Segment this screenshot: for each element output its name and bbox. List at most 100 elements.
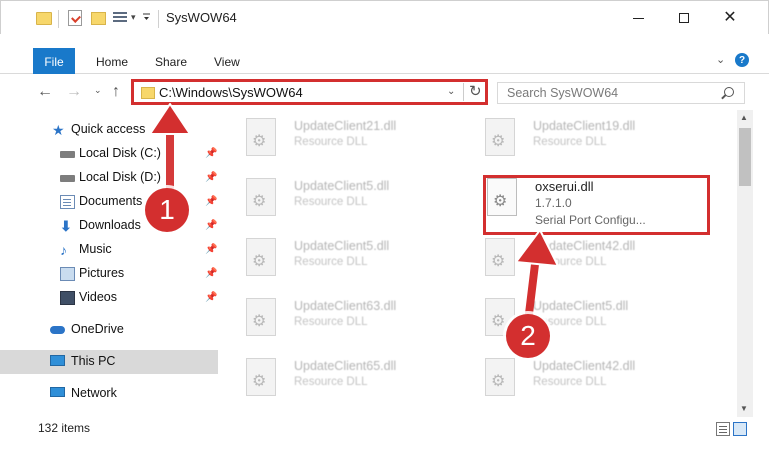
dll-file-icon (485, 358, 515, 396)
close-button[interactable]: ✕ (707, 1, 753, 35)
scroll-down-icon[interactable]: ▼ (740, 404, 748, 413)
properties-icon[interactable] (68, 10, 82, 26)
view-icon[interactable] (113, 12, 127, 24)
pin-icon[interactable]: 📌 (205, 268, 217, 279)
dll-file-icon (246, 298, 276, 336)
title-divider (158, 10, 159, 28)
sidebar-item-label: Documents (79, 194, 143, 208)
onedrive-icon (50, 326, 65, 334)
scroll-up-icon[interactable]: ▲ (740, 113, 748, 122)
sidebar-item-label: Music (79, 242, 112, 256)
toolbar-divider (58, 10, 59, 28)
new-folder-icon[interactable] (91, 12, 106, 25)
dll-file-icon (485, 118, 515, 156)
sidebar-item-label: OneDrive (71, 322, 124, 336)
sidebar-item-label: Downloads (79, 218, 141, 232)
tab-view[interactable]: View (214, 55, 240, 69)
sidebar-item-label: Videos (79, 290, 117, 304)
tab-home[interactable]: Home (96, 55, 128, 69)
sidebar-item-music[interactable]: ♪ Music 📌 (0, 238, 218, 262)
help-icon[interactable]: ? (735, 53, 749, 67)
title-bar: ▾ SysWOW64 ✕ (0, 0, 769, 34)
search-input[interactable]: Search SysWOW64 (497, 82, 745, 104)
address-dropdown-icon[interactable]: ⌄ (447, 86, 455, 97)
customize-toolbar-icon[interactable] (142, 13, 151, 22)
details-view-icon[interactable] (716, 422, 730, 436)
sidebar-item-pictures[interactable]: Pictures 📌 (0, 262, 218, 286)
star-icon: ★ (52, 122, 65, 138)
minimize-icon (632, 17, 644, 19)
file-item[interactable]: UpdateClient5.dll Resource DLL (246, 238, 476, 284)
file-list: UpdateClient21.dll Resource DLL UpdateCl… (218, 110, 736, 415)
address-path[interactable]: C:\Windows\SysWOW64 (159, 85, 303, 100)
search-icon[interactable] (724, 87, 734, 97)
file-description: Resource DLL (533, 376, 607, 388)
pictures-icon (60, 267, 75, 281)
file-item[interactable]: UpdateClient5.dll Resource DLL (246, 178, 476, 224)
documents-icon (60, 195, 75, 209)
dll-file-icon (246, 178, 276, 216)
folder-icon (141, 87, 155, 99)
disk-icon (60, 151, 75, 158)
sidebar-item-label: This PC (71, 354, 116, 368)
step-2-badge: 2 (506, 314, 550, 358)
file-item[interactable]: UpdateClient63.dll Resource DLL (246, 298, 476, 344)
pin-icon[interactable]: 📌 (205, 292, 217, 303)
minimize-button[interactable] (615, 1, 661, 35)
annotation-arrow-2 (515, 229, 559, 326)
sidebar-item-onedrive[interactable]: OneDrive (0, 318, 218, 342)
file-description: Resource DLL (294, 196, 368, 208)
status-bar: 132 items (0, 417, 769, 441)
refresh-icon[interactable]: ↻ (469, 82, 482, 100)
file-name: UpdateClient5.dll (294, 239, 390, 253)
recent-locations-icon[interactable]: ⌄ (94, 85, 102, 96)
tab-file[interactable]: File (33, 48, 75, 75)
network-icon (50, 387, 65, 397)
window-title: SysWOW64 (166, 10, 237, 25)
file-name: UpdateClient42.dll (533, 359, 636, 373)
file-description: Resource DLL (294, 316, 368, 328)
file-description: Resource DLL (294, 376, 368, 388)
scrollbar-thumb[interactable] (739, 128, 751, 186)
file-item[interactable]: UpdateClient65.dll Resource DLL (246, 358, 476, 404)
music-icon: ♪ (60, 242, 67, 258)
expand-ribbon-icon[interactable]: ⌄ (716, 53, 725, 66)
tab-share[interactable]: Share (155, 55, 187, 69)
tiles-view-icon[interactable] (733, 422, 747, 436)
pin-icon[interactable]: 📌 (205, 244, 217, 255)
file-item[interactable]: UpdateClient21.dll Resource DLL (246, 118, 476, 164)
address-divider (463, 83, 464, 101)
videos-icon (60, 291, 75, 305)
maximize-button[interactable] (661, 1, 707, 35)
pin-icon[interactable]: 📌 (205, 196, 217, 207)
file-name: UpdateClient5.dll (294, 179, 390, 193)
file-name: UpdateClient21.dll (294, 119, 397, 133)
vertical-scrollbar[interactable]: ▲ ▼ (737, 110, 753, 417)
disk-icon (60, 175, 75, 182)
sidebar-item-this-pc[interactable]: This PC (0, 350, 218, 374)
annotation-arrow-1 (149, 103, 191, 200)
file-name: UpdateClient63.dll (294, 299, 397, 313)
quick-access-dropdown-icon[interactable]: ▾ (131, 12, 136, 23)
file-description: Resource DLL (533, 136, 607, 148)
back-button[interactable]: ← (37, 83, 53, 101)
maximize-icon (679, 13, 689, 23)
pin-icon[interactable]: 📌 (205, 172, 217, 183)
dll-file-icon (246, 238, 276, 276)
pin-icon[interactable]: 📌 (205, 148, 217, 159)
sidebar-item-network[interactable]: Network (0, 382, 218, 406)
item-count: 132 items (38, 421, 91, 435)
this-pc-icon (50, 355, 65, 366)
pin-icon[interactable]: 📌 (205, 220, 217, 231)
forward-button[interactable]: → (66, 83, 82, 101)
downloads-icon: ⬇ (60, 218, 72, 234)
sidebar-item-videos[interactable]: Videos 📌 (0, 286, 218, 310)
file-description: Resource DLL (294, 136, 368, 148)
sidebar-item-label: Pictures (79, 266, 125, 280)
file-item[interactable]: UpdateClient42.dll Resource DLL (485, 358, 715, 404)
up-button[interactable]: ↑ (112, 83, 120, 101)
close-icon: ✕ (723, 9, 737, 26)
file-item[interactable]: UpdateClient19.dll Resource DLL (485, 118, 715, 164)
step-1-badge: 1 (145, 188, 189, 232)
folder-icon[interactable] (36, 12, 52, 25)
